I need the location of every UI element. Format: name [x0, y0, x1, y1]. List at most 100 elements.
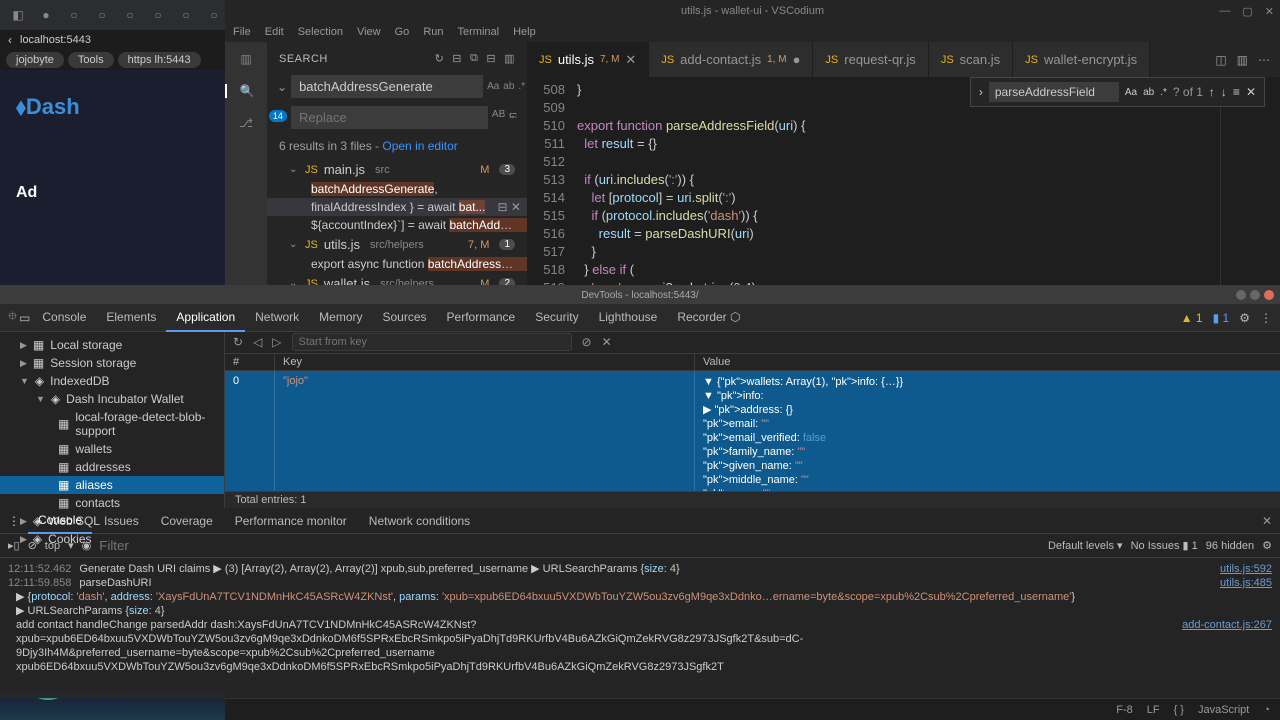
status-item[interactable]: LF: [1147, 704, 1160, 716]
editor-tab[interactable]: JSadd-contact.js1, M●: [649, 42, 813, 77]
browser-tab[interactable]: ○: [200, 3, 228, 27]
regex-icon[interactable]: .*: [1160, 87, 1167, 98]
refresh-icon[interactable]: ↻: [435, 52, 445, 65]
address-bar[interactable]: localhost:5443: [20, 34, 217, 46]
devtools-tab[interactable]: Console: [32, 304, 96, 332]
editor-tab[interactable]: JSwallet-encrypt.js: [1013, 42, 1150, 77]
prev-icon[interactable]: ◁: [253, 335, 262, 349]
menu-item[interactable]: Help: [513, 26, 536, 38]
close-drawer-icon[interactable]: ✕: [1262, 514, 1272, 528]
editor-tab[interactable]: JSscan.js: [929, 42, 1013, 77]
find-toggle-icon[interactable]: ›: [979, 85, 983, 99]
close-icon[interactable]: ✕: [1246, 85, 1256, 99]
word-icon[interactable]: ab: [1143, 87, 1154, 98]
menu-item[interactable]: Go: [395, 26, 410, 38]
status-item[interactable]: { }: [1174, 704, 1184, 716]
issues-badge[interactable]: No Issues ▮ 1: [1131, 539, 1198, 552]
scm-icon[interactable]: ⎇14: [239, 116, 253, 130]
split-icon[interactable]: ◫: [1215, 53, 1226, 67]
devtools-tab[interactable]: Application: [166, 304, 245, 332]
replace-all-icon[interactable]: ⮓: [509, 109, 517, 126]
prev-match-icon[interactable]: ↑: [1209, 85, 1215, 99]
device-icon[interactable]: ▭: [19, 311, 30, 325]
devtools-tab[interactable]: Recorder ⬡: [667, 304, 750, 332]
menu-item[interactable]: View: [357, 26, 381, 38]
tree-node[interactable]: ▶▦Session storage: [0, 354, 224, 372]
info-badge[interactable]: ▮ 1: [1213, 311, 1230, 325]
drawer-tab[interactable]: Network conditions: [359, 509, 480, 533]
search-file-row[interactable]: ⌄JSmain.jssrcM3: [267, 159, 527, 180]
levels-select[interactable]: Default levels ▾: [1048, 539, 1123, 552]
drawer-tab[interactable]: Coverage: [151, 509, 223, 533]
search-match-row[interactable]: batchAddressGenerate,: [267, 180, 527, 198]
col-key[interactable]: Key: [275, 354, 695, 370]
tree-node[interactable]: ▦aliases: [0, 476, 224, 494]
sidebar-toggle-icon[interactable]: ▸▯: [8, 539, 20, 552]
menu-item[interactable]: Edit: [265, 26, 284, 38]
search-match-row[interactable]: ${accountIndex}`] = await batchAddressG.…: [267, 216, 527, 234]
gear-icon[interactable]: ⚙: [1262, 539, 1272, 552]
close-icon[interactable]: ✕: [602, 335, 612, 349]
maximize-icon[interactable]: ▢: [1242, 5, 1252, 18]
clear-icon[interactable]: ⊟: [452, 52, 462, 65]
hidden-badge[interactable]: 96 hidden: [1206, 540, 1254, 552]
case-icon[interactable]: Aa: [1125, 87, 1137, 98]
open-in-editor-link[interactable]: Open in editor: [382, 139, 457, 153]
devtools-tab[interactable]: Lighthouse: [589, 304, 668, 332]
replace-input[interactable]: [291, 106, 488, 129]
bookmark[interactable]: jojobyte: [6, 52, 64, 68]
view-icon[interactable]: ▥: [504, 52, 515, 65]
case-icon[interactable]: Aa: [487, 81, 499, 92]
devtools-tab[interactable]: Network: [245, 304, 309, 332]
browser-tab[interactable]: ●: [32, 3, 60, 27]
nav-back-icon[interactable]: ‹: [8, 33, 12, 47]
regex-icon[interactable]: .*: [518, 81, 525, 92]
clear-console-icon[interactable]: ⊘: [28, 539, 37, 552]
bookmark[interactable]: https lh:5443: [118, 52, 201, 68]
live-icon[interactable]: ◉: [82, 539, 92, 552]
clear-icon[interactable]: ⊘: [582, 335, 592, 349]
table-row[interactable]: 0 "jojo" ▼ {"pk">wallets: Array(1), "pk"…: [225, 371, 1280, 491]
search-match-row[interactable]: export async function batchAddressGene..…: [267, 255, 527, 273]
filter-input[interactable]: [99, 538, 219, 553]
devtools-tab[interactable]: Sources: [373, 304, 437, 332]
menu-item[interactable]: File: [233, 26, 251, 38]
search-file-row[interactable]: ⌄JSutils.jssrc/helpers7, M1: [267, 234, 527, 255]
key-filter-input[interactable]: [292, 333, 572, 351]
col-index[interactable]: #: [225, 354, 275, 370]
col-value[interactable]: Value: [695, 354, 1280, 370]
drawer-tab[interactable]: Performance monitor: [225, 509, 357, 533]
toggle-replace-icon[interactable]: ⌄: [277, 80, 287, 94]
collapse-icon[interactable]: ⊟: [486, 52, 496, 65]
drawer-tab[interactable]: Issues: [94, 509, 149, 533]
context-select[interactable]: top: [45, 540, 60, 552]
browser-tab[interactable]: ◧: [4, 3, 32, 27]
warnings-badge[interactable]: ▲ 1: [1181, 311, 1203, 325]
devtools-tab[interactable]: Memory: [309, 304, 372, 332]
drawer-menu-icon[interactable]: ⋮: [8, 514, 20, 528]
status-item[interactable]: ◔: [1263, 704, 1270, 716]
gear-icon[interactable]: ⚙: [1239, 311, 1250, 325]
more-icon[interactable]: ⋮: [1260, 311, 1272, 325]
new-editor-icon[interactable]: ⧉: [470, 52, 478, 65]
search-icon[interactable]: 🔍: [225, 84, 267, 98]
status-item[interactable]: JavaScript: [1198, 704, 1249, 716]
menu-item[interactable]: Run: [423, 26, 443, 38]
devtools-tab[interactable]: Security: [525, 304, 588, 332]
tree-node[interactable]: ▶▦Local storage: [0, 336, 224, 354]
editor-tab[interactable]: JSrequest-qr.js: [813, 42, 928, 77]
browser-tab[interactable]: ○: [60, 3, 88, 27]
tree-node[interactable]: ▦wallets: [0, 440, 224, 458]
drawer-tab[interactable]: Console: [28, 508, 92, 534]
preserve-case-icon[interactable]: AB: [492, 109, 505, 126]
next-match-icon[interactable]: ↓: [1221, 85, 1227, 99]
close-icon[interactable]: ✕: [1265, 5, 1274, 18]
find-input[interactable]: [989, 82, 1119, 102]
console-output[interactable]: 12:11:52.462Generate Dash URI claims ▶ (…: [0, 558, 1280, 678]
more-icon[interactable]: ⋯: [1258, 53, 1270, 67]
inspect-icon[interactable]: ⯐: [8, 307, 17, 328]
minimize-icon[interactable]: [1236, 290, 1246, 300]
layout-icon[interactable]: ▥: [1237, 53, 1248, 67]
tree-node[interactable]: ▦local-forage-detect-blob-support: [0, 408, 224, 440]
browser-tab[interactable]: ○: [88, 3, 116, 27]
